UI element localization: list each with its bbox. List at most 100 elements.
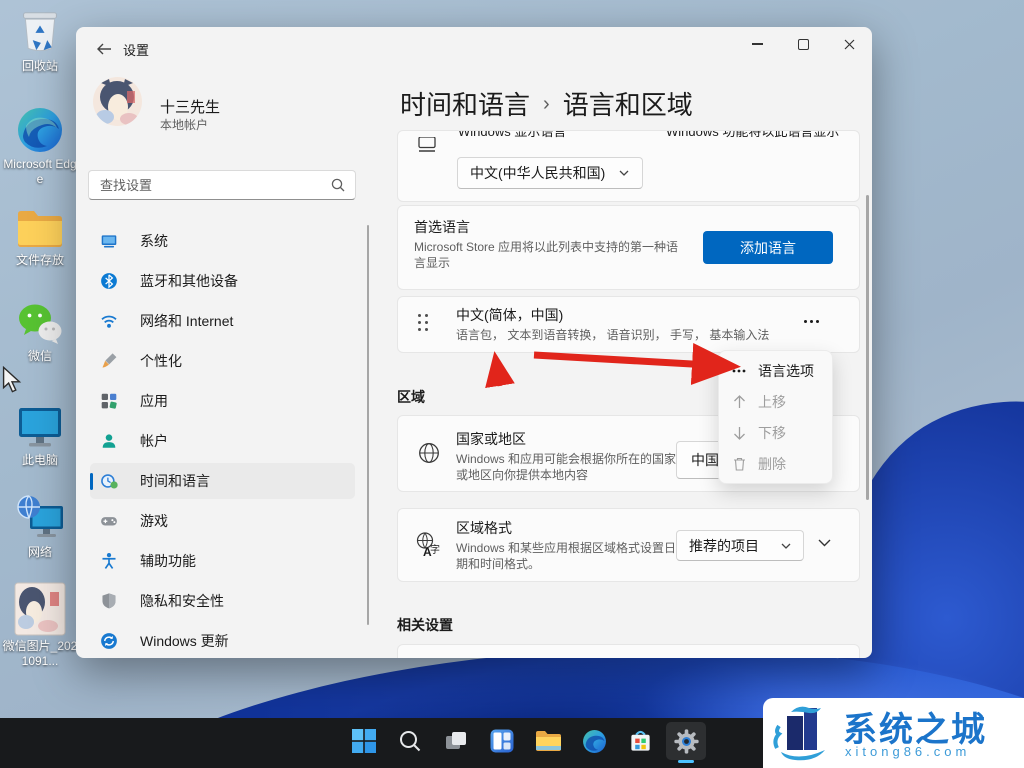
arrow-down-icon (729, 426, 749, 440)
desktop-icon-label: Microsoft Edge (3, 157, 77, 186)
breadcrumb-parent[interactable]: 时间和语言 (400, 85, 530, 122)
sidebar-scrollbar[interactable] (367, 225, 369, 625)
desktop-icon-label: 回收站 (21, 59, 58, 73)
search-input[interactable] (88, 170, 356, 200)
desktop-icon-wechat[interactable]: 微信 (0, 296, 80, 364)
chevron-down-icon (619, 170, 629, 176)
watermark-domain: xitong86.com (845, 744, 971, 759)
desktop-icon-this-pc[interactable]: 此电脑 (0, 400, 80, 468)
window-title: 设置 (123, 43, 150, 58)
taskbar-store-button[interactable] (620, 722, 660, 760)
sidebar-item-accessibility[interactable]: 辅助功能 (90, 543, 355, 579)
language-context-menu: 语言选项 上移 下移 删除 (718, 350, 833, 484)
sidebar-item-system[interactable]: 系统 (90, 223, 355, 259)
menu-item-label: 下移 (758, 424, 786, 441)
card-title: 区域格式 (456, 520, 512, 536)
maximize-button[interactable] (783, 29, 823, 59)
settings-window: 设置 十三先生 本地帐户 系统 蓝牙和其他设备 网络和 Inte (76, 27, 872, 658)
taskbar-edge-button[interactable] (574, 722, 614, 760)
minimize-icon (751, 43, 763, 45)
close-icon (844, 39, 854, 49)
edge-icon (0, 104, 80, 154)
add-language-button[interactable]: 添加语言 (703, 231, 833, 264)
language-item-row[interactable]: 中文(简体，中国) 语言包， 文本到语音转换， 语音识别， 手写， 基本输入法 (397, 296, 860, 353)
dropdown-value: 中国 (691, 452, 719, 468)
close-button[interactable] (829, 29, 869, 59)
preferred-languages-card: 首选语言 Microsoft Store 应用将以此列表中支持的第一种语言显示 … (397, 205, 860, 290)
card-description: Microsoft Store 应用将以此列表中支持的第一种语言显示 (414, 240, 679, 270)
menu-item-remove[interactable]: 删除 (719, 448, 832, 479)
account-icon (102, 434, 116, 448)
clipped-row-description: Windows 功能将以此语言显示 (666, 130, 840, 139)
taskbar-search-button[interactable] (390, 722, 430, 760)
back-button[interactable] (90, 37, 118, 61)
site-watermark: 系统之城 xitong86.com (763, 698, 1024, 768)
desktop-icon-network[interactable]: 网络 (0, 492, 80, 560)
language-features: 语言包， 文本到语音转换， 语音识别， 手写， 基本输入法 (456, 328, 770, 342)
watermark-logo (773, 706, 825, 761)
content-scrollbar[interactable] (866, 195, 869, 500)
related-settings-header: 相关设置 (397, 617, 453, 633)
sidebar-item-accounts[interactable]: 帐户 (90, 423, 355, 459)
sidebar-item-label: 系统 (140, 233, 168, 249)
sidebar-item-time-language[interactable]: 时间和语言 (90, 463, 355, 499)
menu-item-move-up[interactable]: 上移 (719, 386, 832, 417)
gamepad-icon (101, 517, 117, 526)
expander-chevron-icon[interactable] (818, 539, 831, 547)
desktop-icon-label: 网络 (27, 545, 52, 559)
desktop-icon-edge[interactable]: Microsoft Edge (0, 104, 80, 187)
regional-format-dropdown[interactable]: 推荐的项目 (676, 530, 804, 561)
sidebar-item-windows-update[interactable]: Windows 更新 (90, 623, 355, 658)
paintbrush-icon (102, 353, 117, 368)
sidebar-item-label: 蓝牙和其他设备 (140, 273, 238, 289)
profile-name: 十三先生 (160, 99, 221, 116)
display-language-dropdown[interactable]: 中文(中华人民共和国) (457, 157, 643, 189)
settings-gear-icon (673, 728, 699, 754)
add-language-label: 添加语言 (740, 239, 796, 256)
sidebar-item-personalization[interactable]: 个性化 (90, 343, 355, 379)
taskbar-widgets-button[interactable] (482, 722, 522, 760)
menu-item-language-options[interactable]: 语言选项 (719, 355, 832, 386)
sidebar-item-label: 应用 (140, 393, 168, 409)
profile-account-type: 本地帐户 (160, 118, 209, 132)
taskbar-start-button[interactable] (344, 722, 384, 760)
language-options-icon (729, 369, 749, 373)
more-options-icon[interactable] (798, 311, 824, 331)
recycle-bin-icon (0, 6, 80, 56)
sidebar-item-label: Windows 更新 (140, 633, 229, 649)
avatar[interactable] (93, 77, 142, 126)
taskbar-file-explorer-button[interactable] (528, 722, 568, 760)
breadcrumb-separator: › (543, 93, 550, 115)
drag-handle-icon[interactable] (418, 314, 428, 336)
sidebar-item-network[interactable]: 网络和 Internet (90, 303, 355, 339)
dropdown-value: 推荐的项目 (689, 537, 759, 554)
sidebar-item-label: 辅助功能 (140, 553, 196, 569)
desktop-icon-folder[interactable]: 文件存放 (0, 200, 80, 268)
system-icon (101, 235, 117, 248)
update-icon (101, 633, 117, 649)
sidebar-item-label: 网络和 Internet (140, 313, 234, 329)
desktop-icon-recycle-bin[interactable]: 回收站 (0, 6, 80, 74)
clock-language-icon (101, 474, 118, 489)
this-pc-icon (0, 400, 80, 450)
minimize-button[interactable] (737, 29, 777, 59)
regional-format-card[interactable]: A字 区域格式 Windows 和某些应用根据区域格式设置日期和时间格式。 推荐… (397, 508, 860, 582)
taskbar-settings-button[interactable] (666, 722, 706, 760)
sidebar-item-apps[interactable]: 应用 (90, 383, 355, 419)
desktop: 回收站 Microsoft Edge 文件存放 微信 此电脑 网络 微信图片_2… (0, 0, 1024, 768)
language-name: 中文(简体，中国) (456, 307, 564, 323)
sidebar-item-label: 隐私和安全性 (140, 593, 224, 609)
windows-start-icon (352, 729, 376, 753)
dropdown-value: 中文(中华人民共和国) (470, 165, 606, 181)
search-icon (400, 731, 421, 752)
sidebar-item-label: 游戏 (140, 513, 168, 529)
desktop-icon-label: 微信 (27, 349, 52, 363)
menu-item-label: 删除 (758, 455, 786, 472)
menu-item-move-down[interactable]: 下移 (719, 417, 832, 448)
desktop-icon-label: 文件存放 (15, 253, 64, 267)
sidebar-item-bluetooth[interactable]: 蓝牙和其他设备 (90, 263, 355, 299)
sidebar-item-privacy[interactable]: 隐私和安全性 (90, 583, 355, 619)
taskbar-task-view-button[interactable] (436, 722, 476, 760)
sidebar-item-gaming[interactable]: 游戏 (90, 503, 355, 539)
desktop-icon-wechat-image[interactable]: 微信图片_2021091... (0, 582, 80, 669)
